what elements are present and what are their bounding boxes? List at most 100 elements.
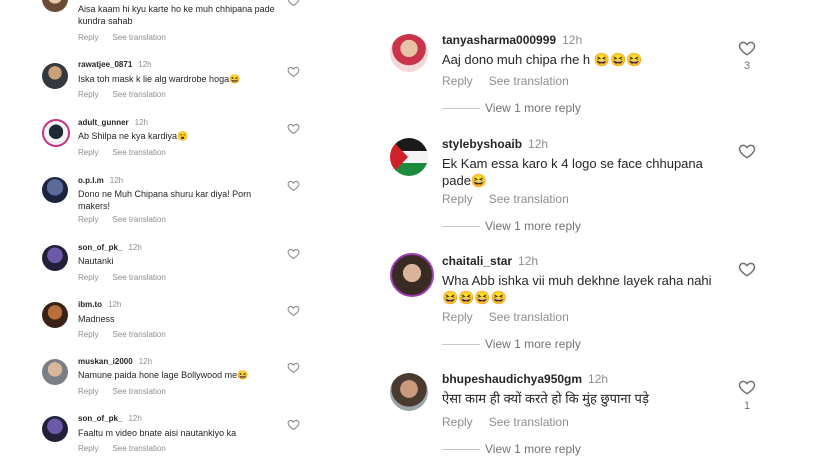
see-translation-button[interactable]: See translation (112, 330, 165, 339)
avatar[interactable] (42, 245, 68, 271)
heart-icon[interactable] (287, 65, 300, 78)
comment-time: 12h (588, 372, 609, 386)
comment-actions: Reply See translation (78, 273, 166, 282)
comment-time: 12h (128, 243, 142, 252)
see-translation-button[interactable]: See translation (112, 387, 165, 396)
flag-triangle (390, 138, 408, 176)
heart-icon[interactable] (287, 247, 300, 260)
reply-button[interactable]: Reply (442, 74, 473, 88)
comment-time: 12h (138, 357, 153, 366)
comments-panel-right: tanyasharma000999 12h Aaj dono muh chipa … (380, 0, 830, 466)
comment-username[interactable]: muskan_i2000 12h (78, 357, 152, 366)
comment-time: 12h (109, 176, 124, 185)
comment-text: Namune paida hone lage Bollywood me😆 (78, 370, 249, 380)
comment-text: Faaltu m video bnate aisi nautankiyo ka (78, 428, 237, 438)
comment-time: 12h (128, 414, 142, 423)
heart-icon[interactable] (287, 304, 300, 317)
comment-username[interactable]: son_of_pk_ 12h (78, 243, 142, 252)
reply-button[interactable]: Reply (78, 387, 98, 396)
comment-actions: Reply See translation (442, 310, 569, 324)
comment-text: Dono ne Muh Chipana shuru kar diya! Porn… (78, 189, 252, 211)
see-translation-button[interactable]: See translation (112, 148, 165, 157)
heart-icon[interactable] (287, 122, 300, 135)
view-replies-button[interactable]: View 1 more reply (485, 101, 581, 115)
heart-icon[interactable] (287, 0, 300, 7)
comment-text: Ek Kam essa karo k 4 logo se face chhupa… (442, 156, 703, 188)
replies-divider (442, 108, 480, 109)
avatar[interactable] (42, 359, 68, 385)
comment-actions: Reply See translation (78, 148, 166, 157)
comment-actions: Reply See translation (78, 215, 166, 224)
see-translation-button[interactable]: See translation (112, 33, 165, 42)
comment-time: 12h (108, 300, 122, 309)
reply-button[interactable]: Reply (78, 148, 98, 157)
replies-divider (442, 449, 480, 450)
avatar[interactable] (42, 302, 68, 328)
reply-button[interactable]: Reply (442, 192, 473, 206)
comment-actions: Reply See translation (442, 192, 569, 206)
comment-time: 12h (562, 33, 583, 47)
see-translation-button[interactable]: See translation (112, 215, 165, 224)
heart-icon[interactable] (287, 179, 300, 192)
avatar[interactable] (42, 416, 68, 442)
reply-button[interactable]: Reply (78, 444, 98, 453)
comment-username[interactable]: bhupeshaudichya950gm 12h (442, 372, 608, 386)
comment-username[interactable]: rawatjee_0871 12h (78, 60, 152, 69)
see-translation-button[interactable]: See translation (112, 444, 165, 453)
avatar[interactable] (390, 253, 434, 297)
comment-text: Ab Shilpa ne kya kardiya😮 (78, 131, 189, 141)
comment-actions: Reply See translation (78, 90, 166, 99)
replies-divider (442, 344, 480, 345)
see-translation-button[interactable]: See translation (489, 192, 569, 206)
comment-username[interactable]: o.p.l.m 12h (78, 176, 123, 185)
reply-button[interactable]: Reply (78, 215, 98, 224)
comment-text: Iska toh mask k lie alg wardrobe hoga😆 (78, 74, 241, 84)
comment-actions: Reply See translation (78, 387, 166, 396)
see-translation-button[interactable]: See translation (489, 310, 569, 324)
comment-text: Nautanki (78, 256, 114, 266)
view-replies-button[interactable]: View 1 more reply (485, 219, 581, 233)
comment-text: Aaj dono muh chipa rhe h 😆😆😆 (442, 52, 643, 67)
reply-button[interactable]: Reply (78, 90, 98, 99)
comment-username[interactable]: chaitali_star 12h (442, 254, 538, 268)
avatar[interactable] (390, 373, 428, 411)
heart-icon[interactable] (738, 142, 756, 160)
reply-button[interactable]: Reply (442, 415, 473, 429)
comment-time: 12h (518, 254, 539, 268)
heart-icon[interactable] (738, 39, 756, 57)
avatar[interactable] (390, 138, 428, 176)
comment-actions: Reply See translation (442, 415, 569, 429)
reply-button[interactable]: Reply (78, 273, 98, 282)
comment-time: 12h (528, 137, 549, 151)
comment-time: 12h (134, 118, 149, 127)
see-translation-button[interactable]: See translation (489, 415, 569, 429)
comment-username[interactable]: adult_gunner 12h (78, 118, 148, 127)
avatar[interactable] (42, 177, 68, 203)
comment-actions: Reply See translation (78, 444, 166, 453)
see-translation-button[interactable]: See translation (112, 273, 165, 282)
reply-button[interactable]: Reply (442, 310, 473, 324)
reply-button[interactable]: Reply (78, 330, 98, 339)
comment-username[interactable]: ibm.to 12h (78, 300, 121, 309)
avatar[interactable] (42, 0, 68, 12)
reply-button[interactable]: Reply (78, 33, 98, 42)
comment-actions: Reply See translation (442, 74, 569, 88)
view-replies-button[interactable]: View 1 more reply (485, 337, 581, 351)
heart-icon[interactable] (287, 418, 300, 431)
heart-icon[interactable] (738, 378, 756, 396)
heart-icon[interactable] (287, 361, 300, 374)
see-translation-button[interactable]: See translation (112, 90, 165, 99)
comment-username[interactable]: stylebyshoaib 12h (442, 137, 548, 151)
avatar[interactable] (42, 63, 68, 89)
see-translation-button[interactable]: See translation (489, 74, 569, 88)
avatar[interactable] (42, 119, 70, 147)
comment-time: 12h (138, 60, 152, 69)
comment-text: Madness (78, 314, 115, 324)
comment-username[interactable]: tanyasharma000999 12h (442, 33, 582, 47)
avatar[interactable] (390, 34, 428, 72)
heart-icon[interactable] (738, 260, 756, 278)
comment-text: ऐसा काम ही क्यों करते हो कि मुंह छुपाना … (442, 391, 649, 406)
view-replies-button[interactable]: View 1 more reply (485, 442, 581, 456)
comment-username[interactable]: son_of_pk_ 12h (78, 414, 142, 423)
comment-text: Aisa kaam hi kyu karte ho ke muh chhipan… (78, 4, 275, 26)
